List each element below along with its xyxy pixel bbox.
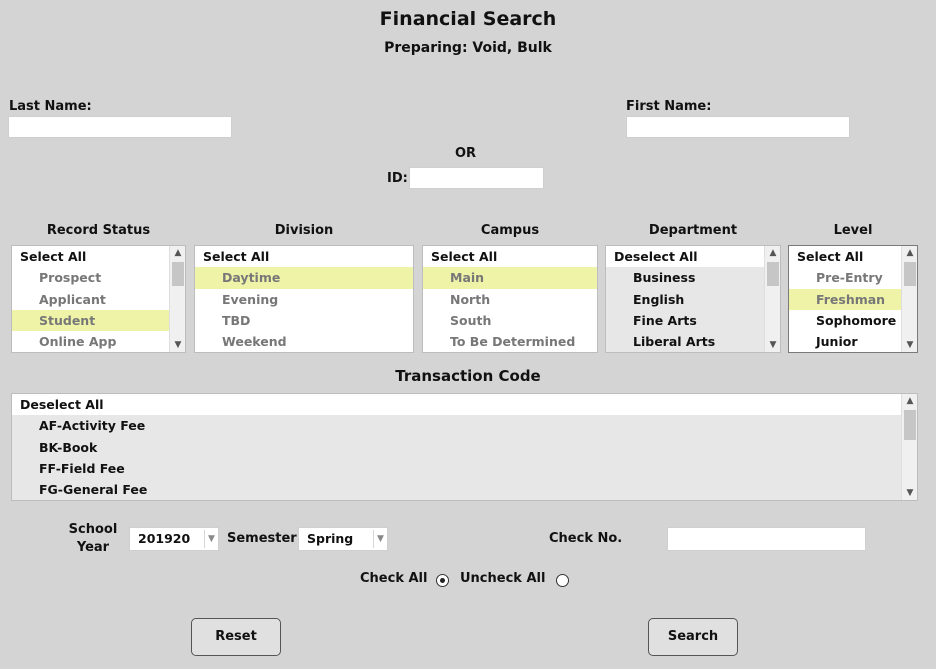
scroll-thumb[interactable]	[767, 262, 779, 286]
list-item[interactable]: FG-General Fee	[12, 479, 917, 500]
list-item[interactable]: FF-Field Fee	[12, 458, 917, 479]
semester-label: Semester	[227, 531, 297, 546]
scroll-down-icon[interactable]: ▼	[765, 338, 780, 352]
page-subtitle: Preparing: Void, Bulk	[384, 40, 552, 56]
campus-list[interactable]: Select All Main North South To Be Determ…	[422, 245, 598, 353]
uncheck-all-radio[interactable]	[556, 574, 569, 587]
id-label: ID:	[387, 171, 408, 186]
reset-button[interactable]: Reset	[191, 618, 281, 656]
list-item[interactable]: Business	[606, 267, 780, 288]
level-heading: Level	[833, 223, 873, 238]
division-heading: Division	[274, 223, 334, 238]
list-item[interactable]: Prospect	[12, 267, 185, 288]
list-item[interactable]: Daytime	[195, 267, 413, 289]
school-year-value: 201920	[138, 531, 191, 546]
list-item[interactable]: Online App	[12, 331, 185, 352]
list-item[interactable]: Junior	[789, 331, 917, 352]
record-status-list[interactable]: Select All Prospect Applicant Student On…	[11, 245, 186, 353]
scroll-down-icon[interactable]: ▼	[902, 486, 917, 500]
scroll-thumb[interactable]	[172, 262, 184, 286]
transaction-code-deselect-all[interactable]: Deselect All	[12, 394, 917, 416]
list-item[interactable]: Weekend	[195, 331, 413, 352]
financial-search-page: Financial Search Preparing: Void, Bulk L…	[0, 0, 936, 669]
transaction-code-heading: Transaction Code	[395, 367, 541, 385]
list-item[interactable]: Fine Arts	[606, 310, 780, 331]
or-label: OR	[455, 146, 477, 161]
check-all-radio[interactable]	[436, 574, 449, 587]
division-list[interactable]: Select All Daytime Evening TBD Weekend	[194, 245, 414, 353]
uncheck-all-label: Uncheck All	[460, 571, 546, 586]
last-name-input[interactable]	[8, 116, 232, 138]
check-all-label: Check All	[360, 571, 428, 586]
list-item[interactable]: North	[423, 289, 597, 310]
list-item[interactable]: Main	[423, 267, 597, 289]
list-item[interactable]: South	[423, 310, 597, 331]
semester-value: Spring	[307, 531, 354, 546]
department-heading: Department	[648, 223, 738, 238]
check-no-label: Check No.	[549, 531, 623, 546]
scroll-thumb[interactable]	[904, 410, 916, 440]
scroll-thumb[interactable]	[904, 262, 916, 286]
last-name-label: Last Name:	[9, 99, 92, 114]
id-input[interactable]	[409, 167, 544, 189]
record-status-scrollbar[interactable]: ▲ ▼	[169, 246, 185, 352]
department-list[interactable]: Deselect All Business English Fine Arts …	[605, 245, 781, 353]
list-item[interactable]: Applicant	[12, 289, 185, 310]
campus-select-all[interactable]: Select All	[423, 246, 597, 268]
transaction-code-scrollbar[interactable]: ▲ ▼	[901, 394, 917, 500]
level-select-all[interactable]: Select All	[789, 246, 917, 268]
list-item[interactable]: Liberal Arts	[606, 331, 780, 352]
list-item[interactable]: AF-Activity Fee	[12, 415, 917, 436]
school-year-label-line2: Year	[76, 540, 110, 555]
first-name-label: First Name:	[626, 99, 712, 114]
division-select-all[interactable]: Select All	[195, 246, 413, 268]
scroll-up-icon[interactable]: ▲	[902, 394, 917, 408]
scroll-up-icon[interactable]: ▲	[902, 246, 917, 260]
list-item[interactable]: TBD	[195, 310, 413, 331]
school-year-label-line1: School	[68, 522, 118, 537]
record-status-select-all[interactable]: Select All	[12, 246, 185, 268]
department-scrollbar[interactable]: ▲ ▼	[764, 246, 780, 352]
list-item[interactable]: Student	[12, 309, 169, 332]
transaction-code-list[interactable]: Deselect All AF-Activity Fee BK-Book FF-…	[11, 393, 918, 501]
school-year-select[interactable]: 201920 ▼	[129, 527, 219, 551]
chevron-down-icon[interactable]: ▼	[204, 530, 218, 548]
list-item[interactable]: Pre-Entry	[789, 267, 917, 288]
list-item[interactable]: BK-Book	[12, 437, 917, 458]
check-no-input[interactable]	[667, 527, 866, 551]
semester-select[interactable]: Spring ▼	[298, 527, 388, 551]
list-item[interactable]: Freshman	[789, 288, 901, 310]
scroll-down-icon[interactable]: ▼	[902, 338, 917, 352]
page-title: Financial Search	[379, 8, 557, 30]
search-button[interactable]: Search	[648, 618, 738, 656]
campus-heading: Campus	[480, 223, 540, 238]
scroll-up-icon[interactable]: ▲	[170, 246, 185, 260]
department-deselect-all[interactable]: Deselect All	[606, 246, 780, 268]
list-item[interactable]: English	[606, 289, 780, 310]
list-item[interactable]: To Be Determined	[423, 331, 597, 352]
record-status-heading: Record Status	[46, 223, 151, 238]
chevron-down-icon[interactable]: ▼	[373, 530, 387, 548]
list-item[interactable]: Evening	[195, 289, 413, 310]
level-list[interactable]: Select All Pre-Entry Freshman Sophomore …	[788, 245, 918, 353]
first-name-input[interactable]	[626, 116, 850, 138]
level-scrollbar[interactable]: ▲ ▼	[901, 246, 917, 352]
scroll-up-icon[interactable]: ▲	[765, 246, 780, 260]
list-item[interactable]: Sophomore	[789, 310, 917, 331]
scroll-down-icon[interactable]: ▼	[170, 338, 185, 352]
